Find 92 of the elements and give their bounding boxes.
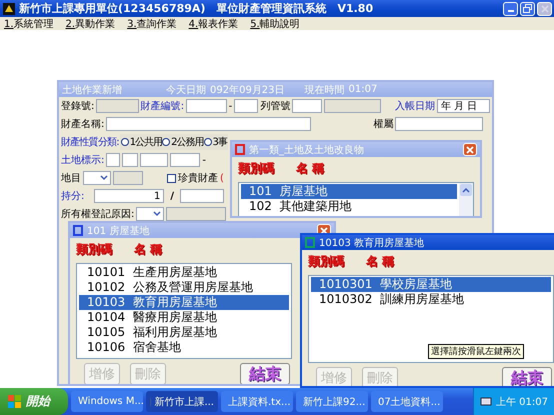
date-text: 092年09月23日 (210, 84, 285, 96)
window-icon (73, 225, 83, 236)
windows-logo-icon (8, 395, 22, 408)
date-label: 今天日期 (166, 84, 206, 96)
input-field[interactable] (140, 153, 168, 167)
restore-button[interactable] (520, 2, 535, 16)
checkbox[interactable]: 珍貴財產 (167, 171, 218, 185)
list-item[interactable]: 1010301 學校房屋基地 (311, 277, 551, 292)
column-header: 名 稱 (296, 160, 324, 177)
menu-item[interactable]: 1.系統管理 (4, 16, 54, 30)
input-field[interactable]: 1 (94, 189, 164, 203)
list-item[interactable]: 101 房屋基地 (241, 184, 457, 199)
close-button[interactable] (463, 143, 477, 156)
taskbar-item[interactable]: 新竹上課92... (296, 391, 368, 412)
column-header: 名 稱 (134, 241, 162, 258)
input-field[interactable] (234, 99, 258, 113)
field-label: 列管號 (260, 100, 290, 113)
field-label: 地目 (61, 172, 81, 185)
network-icon (480, 396, 492, 408)
window-icon (235, 144, 245, 155)
menu-item[interactable]: 2.異動作業 (66, 16, 116, 30)
window-title: 土地作業新增 (62, 84, 122, 96)
input-field[interactable] (122, 153, 138, 167)
menu-item[interactable]: 3.查詢作業 (127, 16, 177, 30)
list-item[interactable]: 10103 教育用房屋基地 (79, 295, 289, 310)
column-header: 類別碼 (308, 253, 344, 270)
field-label: 土地標示: (61, 154, 104, 167)
input-field[interactable] (292, 99, 322, 113)
note-text: ( (220, 172, 224, 184)
minimize-button[interactable] (503, 2, 518, 16)
list-item[interactable]: 10102 公務及營運用房屋基地 (79, 280, 289, 295)
window-title: 101 房屋基地 (87, 224, 150, 238)
restore-icon (523, 4, 532, 13)
field-label: 登錄號: (61, 100, 94, 113)
list-item[interactable]: 10101 生產用房屋基地 (79, 265, 289, 280)
window-title: 新竹市上課專用單位(123456789A) 單位財產管理資訊系統 V1.80 (19, 1, 374, 16)
field-label: 財產編號: (140, 100, 184, 113)
radio-option[interactable]: 2公務用 (162, 135, 204, 149)
date-field[interactable]: 年 月 日 (436, 99, 490, 113)
time-label: 現在時間 (304, 84, 345, 96)
dropdown[interactable] (83, 171, 111, 185)
input-field[interactable] (106, 117, 312, 131)
input-field[interactable] (166, 207, 226, 221)
clock-text: 上午 01:07 (496, 396, 548, 408)
close-icon (466, 146, 474, 154)
list-item[interactable]: 10105 福利用房屋基地 (79, 325, 289, 340)
column-header: 類別碼 (76, 241, 112, 258)
window-title: 10103 教育用房屋基地 (319, 236, 424, 250)
taskbar-item[interactable]: 新竹市上課... (146, 391, 218, 412)
dropdown[interactable] (136, 207, 164, 221)
radio-option[interactable]: 1公共用 (120, 135, 162, 149)
list-item[interactable]: 102 其他建築用地 (241, 199, 457, 214)
dash-text: - (202, 154, 206, 166)
taskbar-item[interactable]: Windows M... (71, 391, 143, 412)
field-label: 持分: (61, 190, 84, 203)
input-field[interactable] (170, 153, 200, 167)
taskbar-item[interactable]: 07土地資料... (371, 391, 443, 412)
menu-item[interactable]: 5.輔助說明 (250, 16, 300, 30)
input-field[interactable] (395, 117, 484, 131)
close-button[interactable] (537, 2, 552, 16)
column-header: 類別碼 (238, 160, 274, 177)
tooltip: 選擇請按滑鼠左鍵兩次 (428, 344, 524, 359)
input-field[interactable] (180, 189, 224, 203)
close-icon (320, 226, 328, 234)
field-label: 財產名稱: (61, 118, 104, 131)
input-field[interactable] (96, 99, 139, 113)
field-label: 權屬 (373, 118, 394, 131)
window-title: 第一類_土地及土地改良物 (249, 144, 364, 156)
taskbar-item[interactable]: 上課資料.tx... (221, 391, 293, 412)
field-label: 財產性質分類: (61, 136, 119, 149)
time-text: 01:07 (348, 84, 378, 95)
input-field[interactable] (186, 99, 227, 113)
separator-text: / (170, 190, 174, 202)
radio-option[interactable]: 3事 (204, 135, 227, 149)
chevron-icon (99, 173, 109, 183)
dash-text: - (228, 100, 232, 112)
input-field[interactable] (324, 99, 381, 113)
field-label: 入帳日期 (394, 100, 435, 113)
window-icon (305, 237, 315, 248)
scrollbar[interactable] (459, 183, 473, 216)
field-label: 所有權登記原因: (61, 208, 134, 221)
list-item[interactable]: 1010302 訓練用房屋基地 (311, 292, 551, 307)
close-icon (540, 4, 548, 12)
input-field[interactable] (106, 153, 120, 167)
input-field[interactable] (113, 171, 143, 185)
menu-item[interactable]: 4.報表作業 (188, 16, 238, 30)
list-item[interactable]: 10106 宿舍基地 (79, 340, 289, 355)
list-item[interactable]: 10104 醫療用房屋基地 (79, 310, 289, 325)
scroll-up-icon (460, 184, 472, 196)
chevron-icon (152, 209, 162, 219)
minimize-icon (508, 10, 514, 12)
column-header: 名 稱 (366, 253, 394, 270)
